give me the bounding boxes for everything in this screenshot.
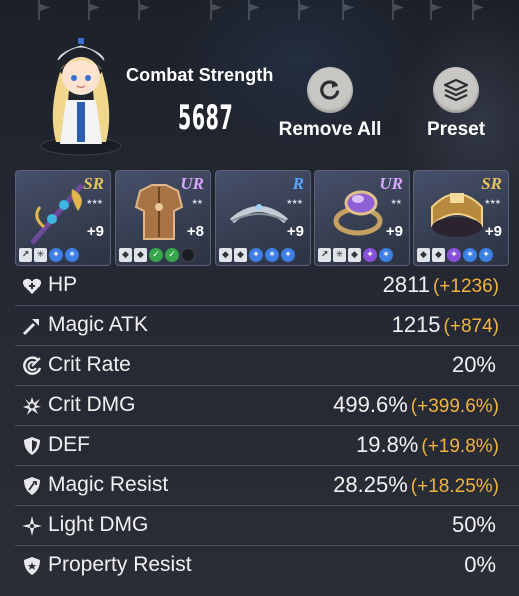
stat-name: Magic Resist [48, 473, 169, 496]
star-rating: ★★ [191, 198, 203, 206]
shield-option-icon: ◆ [348, 248, 361, 262]
stat-bonus: (+19.8%) [421, 436, 499, 457]
stat-value: 50% [451, 512, 496, 537]
stat-name: Crit DMG [48, 393, 136, 416]
shield-option-icon: ◆ [134, 248, 147, 262]
option-badges: ↗ ✳ ◆ ✦ ✶ [318, 248, 393, 262]
stat-name: Magic ATK [48, 313, 148, 336]
dagger-option-icon: ↗ [19, 248, 32, 262]
sparkle-icon [22, 516, 42, 536]
preset-label: Preset [426, 119, 486, 140]
stat-value: 28.25% (+18.25%) [333, 472, 499, 497]
burst-option-icon: ✳ [333, 248, 346, 262]
combat-strength-value: 5687 [178, 98, 234, 138]
stat-row-def: DEF 19.8% (+19.8%) [15, 426, 519, 466]
equipment-slot-weapon[interactable]: SR ★★★ +9 ↗ ✳ ✦ ✶ [15, 170, 111, 266]
stat-value: 20% [451, 352, 496, 377]
blue-option-icon: ✶ [463, 248, 477, 262]
option-badges: ◆ ◆ ✦ ✶ ✦ [219, 248, 295, 262]
stat-value: 19.8% (+19.8%) [355, 432, 499, 457]
stat-bonus: (+874) [443, 316, 499, 337]
stat-row-hp: HP 2811 (+1236) [15, 266, 519, 306]
star-rating: ★★★ [286, 198, 303, 206]
green-option-icon: ✓ [165, 248, 179, 262]
stat-bonus: (+1236) [432, 276, 499, 297]
burst-icon [23, 397, 41, 415]
equipment-slot-ring[interactable]: UR ★★ +9 ↗ ✳ ◆ ✦ ✶ [314, 170, 410, 266]
magic-shield-icon [24, 477, 40, 495]
remove-all-label: Remove All [278, 119, 382, 140]
stat-name: Crit Rate [48, 353, 131, 376]
stat-value: 499.6% (+399.6%) [333, 392, 499, 417]
stats-table: HP 2811 (+1236) Magic ATK 1215 (+874) Crit… [15, 266, 519, 585]
character-avatar[interactable] [38, 32, 124, 156]
purple-option-icon: ✦ [447, 248, 461, 262]
rarity-badge: SR [83, 174, 104, 193]
shield-option-icon: ◆ [432, 248, 445, 262]
shield-option-icon: ◆ [119, 248, 132, 262]
refresh-icon [307, 67, 353, 113]
shield-option-icon: ◆ [417, 248, 430, 262]
stat-row-magic-resist: Magic Resist 28.25% (+18.25%) [15, 466, 519, 506]
option-badges: ◆ ◆ ✓ ✓ [119, 248, 195, 262]
stat-row-magic-atk: Magic ATK 1215 (+874) [15, 306, 519, 346]
rarity-badge: UR [379, 174, 403, 193]
preset-button[interactable]: Preset [418, 67, 494, 141]
stat-value: 0% [464, 552, 496, 577]
shield-icon [24, 437, 40, 455]
circlet-icon [230, 204, 288, 224]
option-badges: ↗ ✳ ✦ ✶ [19, 248, 79, 262]
equipment-slot-accessory[interactable]: R ★★★ +9 ◆ ◆ ✦ ✶ ✦ [215, 170, 311, 266]
blue-option-icon: ✶ [265, 248, 279, 262]
combat-strength-label: Combat Strength [126, 65, 274, 85]
stat-name: Light DMG [48, 513, 149, 536]
top-banner-decoration [0, 0, 519, 22]
enhance-level: +9 [86, 223, 104, 240]
stat-row-property-resist: Property Resist 0% [15, 546, 519, 585]
rarity-badge: UR [180, 174, 204, 193]
equipment-slot-armor[interactable]: UR ★★ +8 ◆ ◆ ✓ ✓ [115, 170, 211, 266]
blue-option-icon: ✦ [479, 248, 493, 262]
stat-name: Property Resist [48, 553, 192, 576]
enhance-level: +8 [186, 223, 204, 240]
stat-name: DEF [48, 433, 90, 456]
enhance-level: +9 [484, 223, 502, 240]
star-rating: ★★ [390, 198, 402, 206]
blue-option-icon: ✶ [65, 248, 79, 262]
green-option-icon: ✓ [149, 248, 163, 262]
purple-option-icon: ✦ [363, 248, 377, 262]
stat-value: 2811 (+1236) [382, 272, 499, 297]
enhance-level: +9 [385, 223, 403, 240]
shield-option-icon: ◆ [219, 248, 232, 262]
stat-row-light-dmg: Light DMG 50% [15, 506, 519, 546]
rarity-badge: SR [481, 174, 502, 193]
stat-value: 1215 (+874) [391, 312, 499, 337]
blue-option-icon: ✦ [249, 248, 263, 262]
wand-icon [22, 319, 39, 336]
blue-option-icon: ✦ [49, 248, 63, 262]
stat-bonus: (+399.6%) [410, 396, 499, 417]
layers-icon [433, 67, 479, 113]
star-rating: ★★★ [86, 198, 103, 206]
shield-option-icon: ◆ [234, 248, 247, 262]
stat-row-crit-dmg: Crit DMG 499.6% (+399.6%) [15, 386, 519, 426]
dagger-option-icon: ↗ [318, 248, 331, 262]
crit-rate-icon [23, 356, 42, 375]
stat-bonus: (+18.25%) [410, 476, 499, 497]
blue-option-icon: ✦ [281, 248, 295, 262]
blue-option-icon: ✶ [379, 248, 393, 262]
burst-option-icon: ✳ [34, 248, 47, 262]
equipment-slot-bracelet[interactable]: SR ★★★ +9 ◆ ◆ ✦ ✶ ✦ [413, 170, 509, 266]
remove-all-button[interactable]: Remove All [270, 67, 390, 141]
option-badges: ◆ ◆ ✦ ✶ ✦ [417, 248, 493, 262]
stat-name: HP [48, 273, 78, 296]
enhance-level: +9 [286, 223, 304, 240]
stat-row-crit-rate: Crit Rate 20% [15, 346, 519, 386]
star-rating: ★★★ [484, 198, 501, 206]
empty-option-icon [181, 248, 195, 262]
equipment-slots: SR ★★★ +9 ↗ ✳ ✦ ✶ UR ★★ +8 ◆ ◆ ✓ ✓ R ★★★… [15, 170, 519, 266]
property-shield-icon [24, 557, 40, 575]
heart-plus-icon [22, 278, 42, 294]
rarity-badge: R [292, 174, 304, 193]
